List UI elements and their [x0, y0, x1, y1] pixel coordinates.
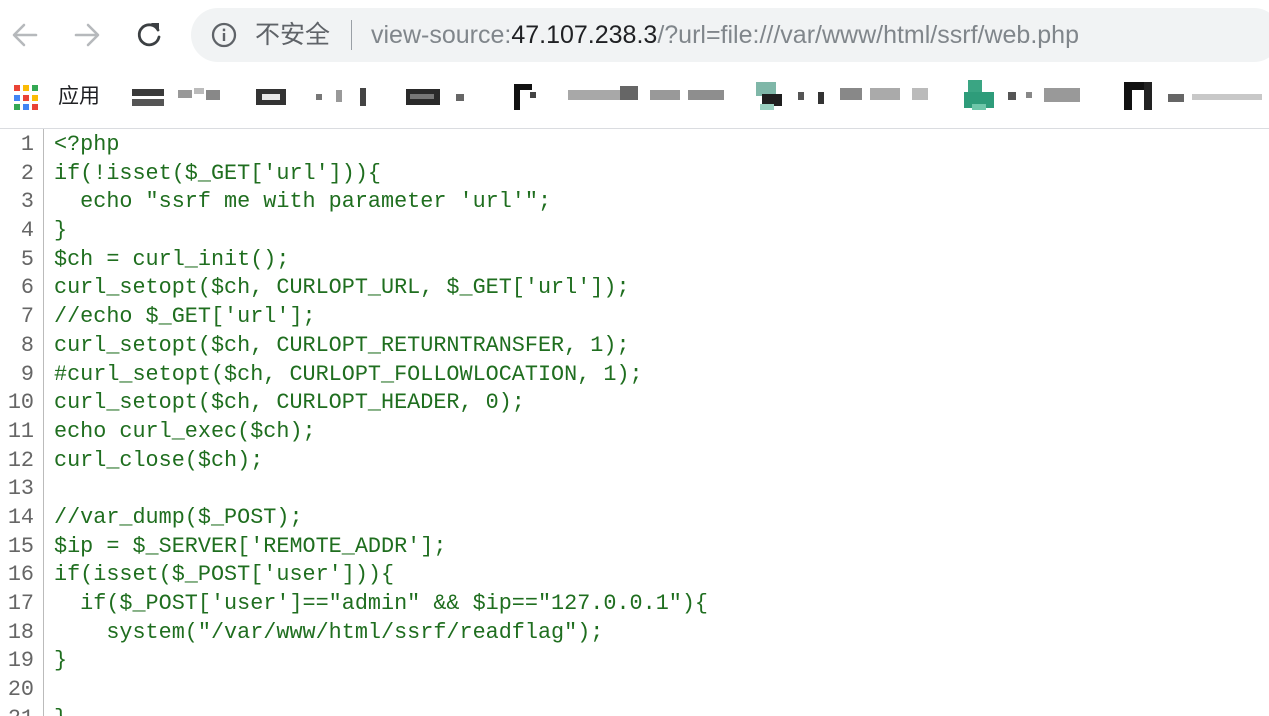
bookmark-item[interactable]	[406, 70, 476, 122]
source-line: 8 curl_setopt($ch, CURLOPT_RETURNTRANSFER…	[0, 332, 1269, 361]
line-number: 1	[20, 132, 34, 157]
bookmark-item[interactable]	[510, 70, 740, 122]
source-code-text: if(isset($_POST['user'])){	[54, 562, 395, 588]
arrow-left-icon	[12, 23, 38, 47]
source-line: 4}	[0, 217, 1269, 246]
source-code-text: echo "ssrf me with parameter 'url'";	[54, 189, 552, 215]
source-lines: 1 <?php 2 if(!isset($_GET['url'])){3 echo "…	[0, 131, 1269, 716]
source-view: 1 <?php 2 if(!isset($_GET['url'])){3 echo "…	[0, 129, 1269, 716]
source-code-text: //echo $_GET['url'];	[54, 304, 316, 330]
reload-icon	[137, 23, 161, 47]
line-number: 18	[7, 619, 34, 645]
browser-toolbar: 不安全 view-source:47.107.238.3/?url=file:/…	[0, 0, 1269, 70]
source-line: 9 #curl_setopt($ch, CURLOPT_FOLLOWLOCATIO…	[0, 361, 1269, 390]
source-line: 6 curl_setopt($ch, CURLOPT_URL, $_GET['ur…	[0, 274, 1269, 303]
source-line: 1 <?php	[0, 131, 1269, 160]
source-line: 12 curl_close($ch);	[0, 447, 1269, 476]
line-number: 7	[20, 304, 34, 330]
source-line: 18 system("/var/www/html/ssrf/readflag")…	[0, 619, 1269, 648]
line-number: 8	[20, 332, 34, 358]
source-line: 16 if(isset($_POST['user'])){	[0, 561, 1269, 590]
apps-label[interactable]: 应用	[58, 70, 100, 122]
line-number: 13	[7, 476, 34, 502]
line-number: 6	[20, 275, 34, 301]
line-number: 9	[20, 361, 34, 387]
line-number: 4	[20, 218, 34, 244]
url-host: 47.107.238.3	[511, 21, 658, 49]
apps-grid-icon[interactable]	[14, 85, 40, 111]
source-code-text: }	[54, 218, 68, 244]
source-line: 10 curl_setopt($ch, CURLOPT_HEADER, 0);	[0, 389, 1269, 418]
arrow-right-icon	[74, 23, 100, 47]
source-code-text: if($_POST['user']=="admin" && $ip=="127.…	[54, 591, 709, 616]
info-icon[interactable]	[211, 22, 237, 48]
bookmark-item[interactable]	[1120, 70, 1269, 122]
line-number: 19	[7, 648, 34, 674]
source-code-text: system("/var/www/html/ssrf/readflag");	[54, 619, 604, 645]
line-number: 12	[7, 447, 34, 473]
url-path: /?url=file:///var/www/html/ssrf/web.php	[657, 21, 1079, 49]
source-code-text: }	[54, 648, 68, 674]
source-line: 7 //echo $_GET['url'];	[0, 303, 1269, 332]
source-line: 3 echo "ssrf me with parameter 'url'";	[0, 188, 1269, 217]
line-number: 16	[7, 562, 34, 588]
source-line: 20	[0, 676, 1269, 705]
security-status-label[interactable]: 不安全	[255, 8, 330, 62]
line-number: 5	[20, 246, 34, 272]
line-number: 15	[7, 533, 34, 559]
source-code-text: //var_dump($_POST);	[54, 504, 303, 530]
source-code-text: curl_setopt($ch, CURLOPT_RETURNTRANSFER,…	[54, 332, 630, 358]
url-prefix: view-source:	[371, 21, 512, 49]
source-line: 5 $ch = curl_init();	[0, 246, 1269, 275]
source-line: 21}	[0, 705, 1269, 716]
omnibox-divider	[351, 20, 352, 50]
bookmark-item[interactable]	[132, 70, 232, 122]
reload-button[interactable]	[128, 14, 170, 56]
line-number: 17	[7, 591, 34, 616]
line-number: 21	[0, 705, 34, 716]
source-line: 11 echo curl_exec($ch);	[0, 418, 1269, 447]
source-code-text: #curl_setopt($ch, CURLOPT_FOLLOWLOCATION…	[54, 361, 643, 387]
source-code-text: <?php	[54, 132, 120, 157]
source-line: 13	[0, 475, 1269, 504]
back-button[interactable]	[4, 14, 46, 56]
source-code-text: echo curl_exec($ch);	[54, 418, 316, 444]
line-number: 11	[7, 418, 34, 444]
line-number: 3	[20, 189, 34, 215]
source-line: 2 if(!isset($_GET['url'])){	[0, 160, 1269, 189]
source-code-text: curl_setopt($ch, CURLOPT_HEADER, 0);	[54, 390, 525, 416]
bookmarks-bar: 应用	[0, 70, 1269, 129]
source-line: 19}	[0, 647, 1269, 676]
address-bar[interactable]: 不安全 view-source:47.107.238.3/?url=file:/…	[191, 8, 1269, 62]
source-line: 15 $ip = $_SERVER['REMOTE_ADDR'];	[0, 533, 1269, 562]
forward-button[interactable]	[66, 14, 108, 56]
line-number: 2	[20, 160, 34, 186]
source-code-text: $ip = $_SERVER['REMOTE_ADDR'];	[54, 533, 447, 559]
url-text[interactable]: view-source:47.107.238.3/?url=file:///va…	[371, 8, 1079, 62]
source-code-text: }	[54, 705, 67, 716]
source-line: 17 if($_POST['user']=="admin" && $ip=="1…	[0, 590, 1269, 619]
bookmark-item[interactable]	[752, 70, 942, 122]
source-line: 14 //var_dump($_POST);	[0, 504, 1269, 533]
source-code-text: $ch = curl_init();	[54, 246, 290, 272]
line-number: 20	[7, 677, 34, 703]
line-number: 10	[7, 390, 34, 416]
bookmark-item[interactable]	[256, 70, 376, 122]
source-code-text: if(!isset($_GET['url'])){	[54, 160, 382, 186]
bookmark-item[interactable]	[964, 70, 1104, 122]
line-number: 14	[7, 504, 34, 530]
source-code-text: curl_close($ch);	[54, 447, 264, 473]
source-code-text: curl_setopt($ch, CURLOPT_URL, $_GET['url…	[54, 275, 630, 301]
